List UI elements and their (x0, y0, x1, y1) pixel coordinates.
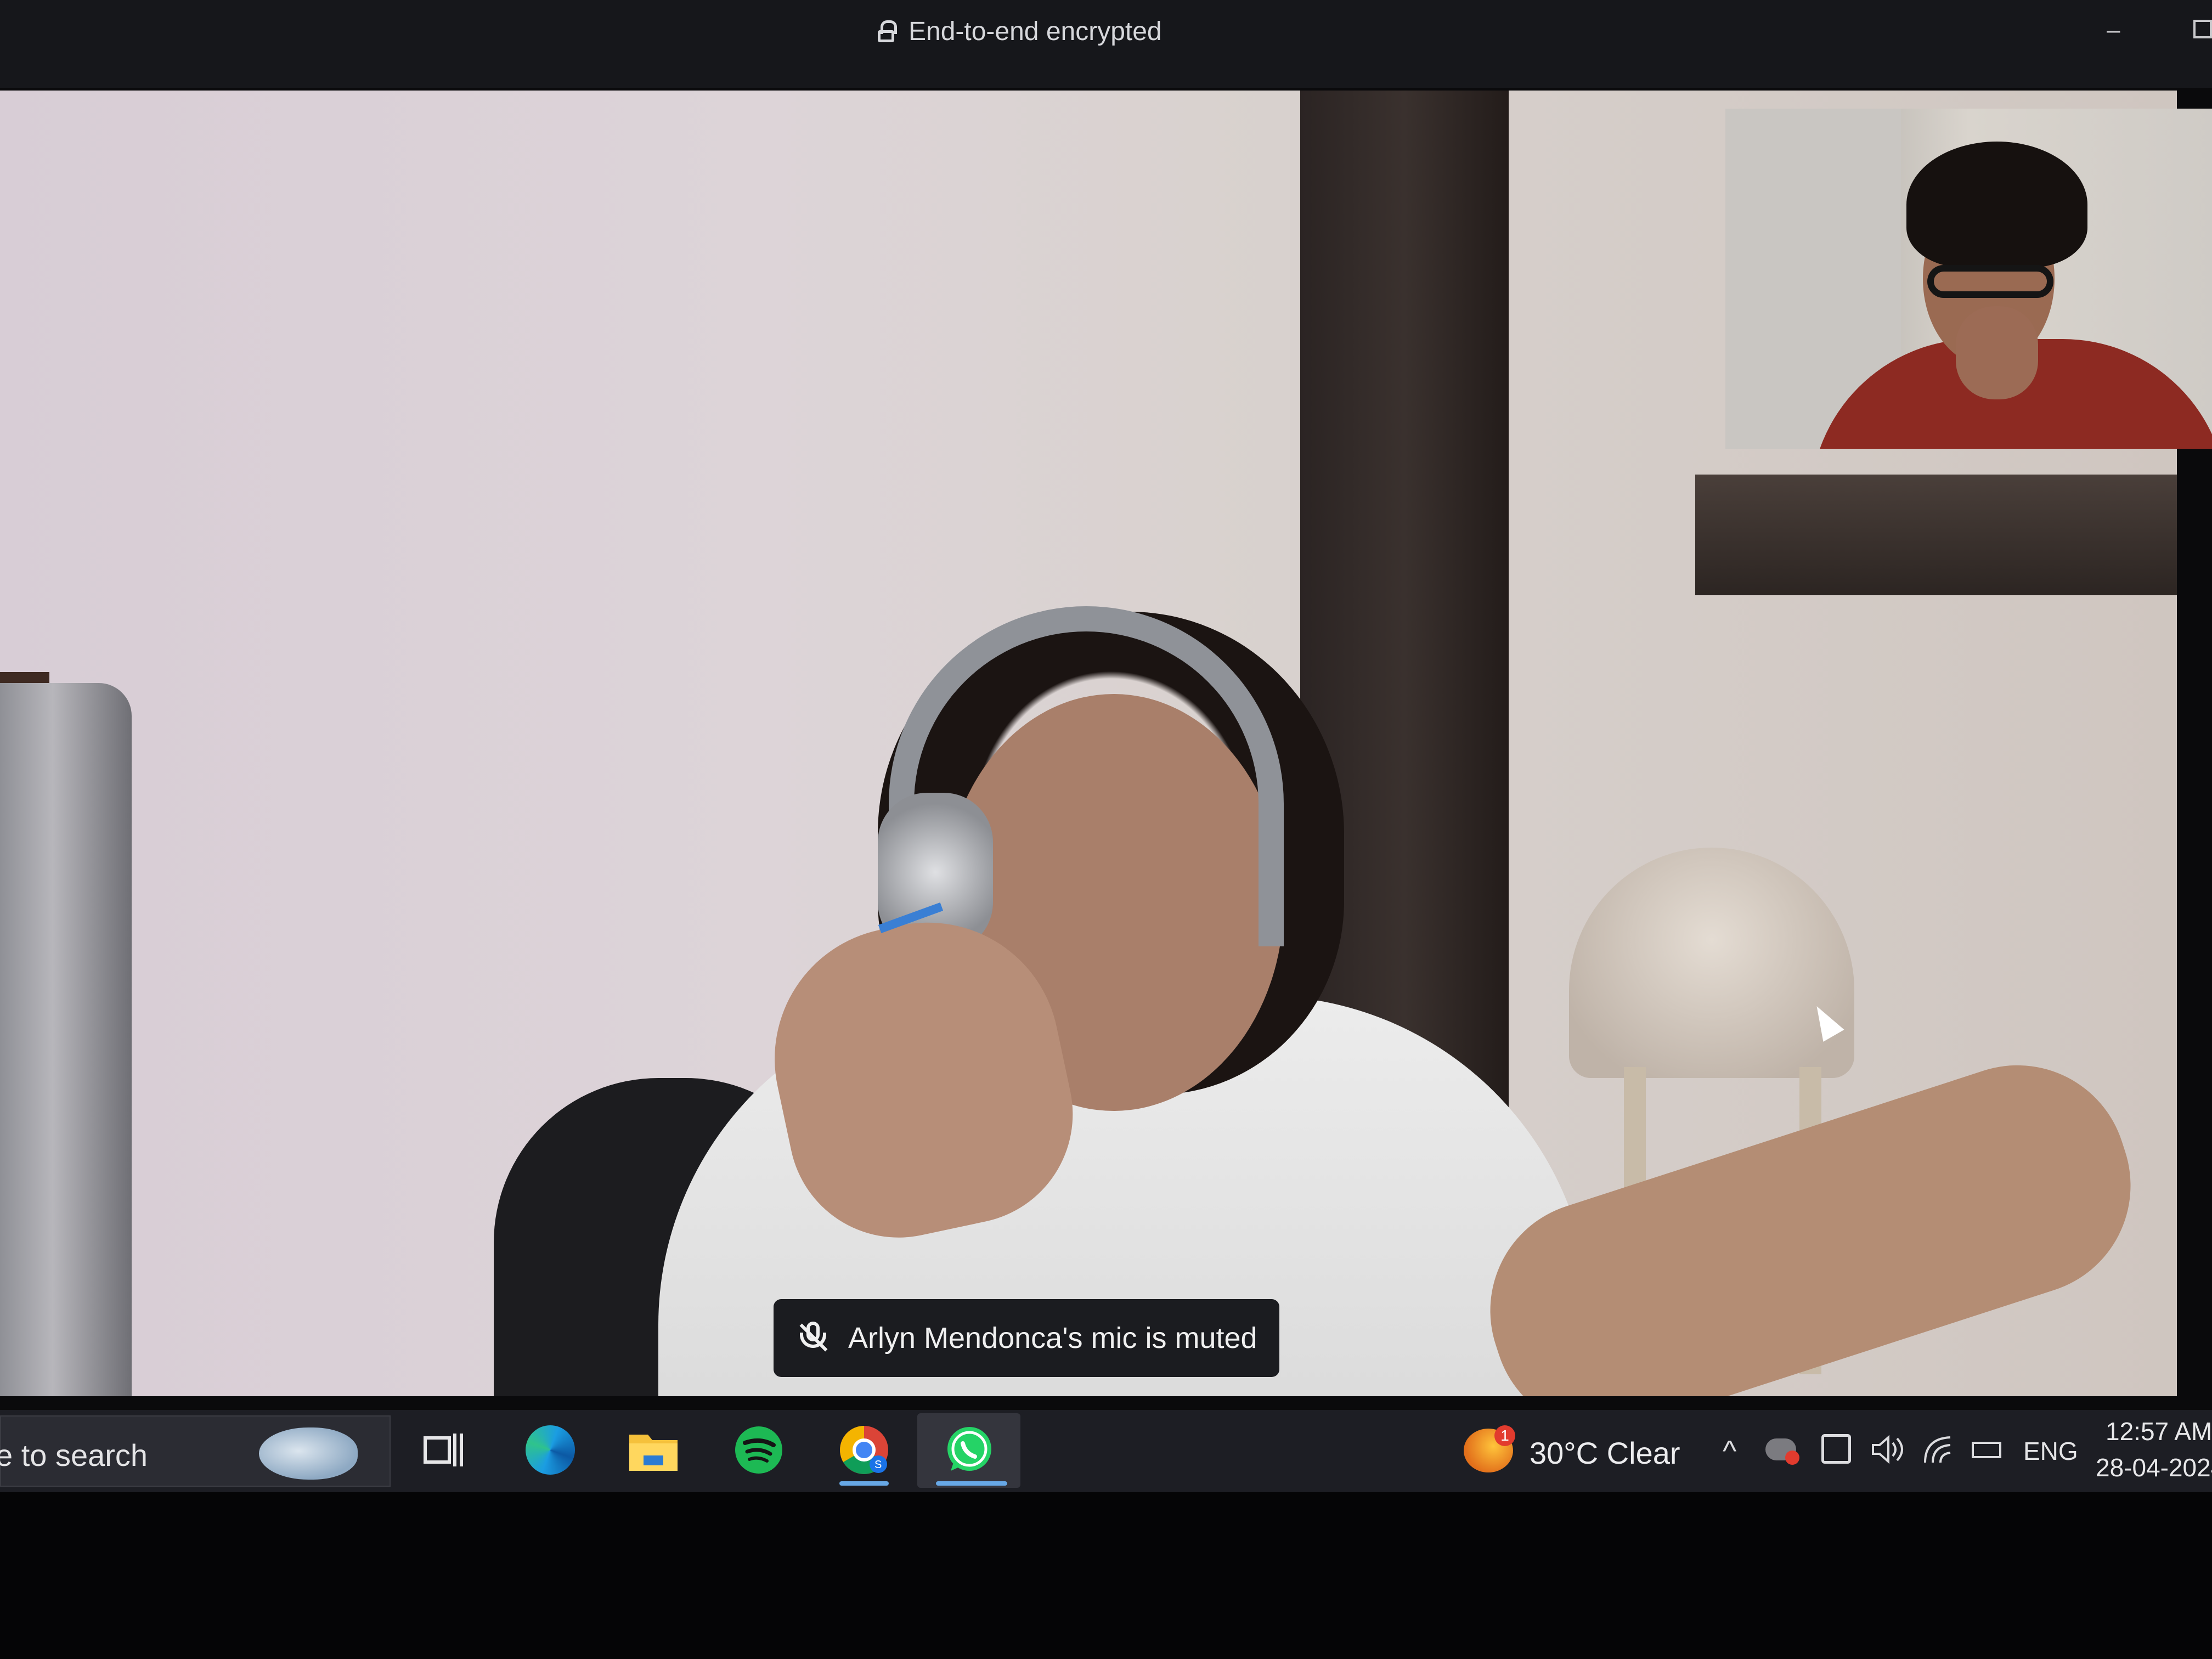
monitor-bezel (0, 1492, 2212, 1659)
minimize-button[interactable]: – (2107, 16, 2120, 44)
maximize-button[interactable] (2193, 20, 2212, 38)
lock-icon (878, 20, 897, 42)
foreground-bottle (0, 683, 132, 1396)
mute-notification-text: Arlyn Mendonca's mic is muted (848, 1322, 1257, 1355)
security-icon[interactable] (1821, 1434, 1851, 1464)
wifi-icon[interactable] (1923, 1435, 1957, 1466)
clock-date[interactable]: 28-04-2024 (2096, 1453, 2212, 1482)
window-titlebar: End-to-end encrypted – (0, 0, 2212, 88)
battery-icon[interactable] (1972, 1442, 2001, 1458)
pip-hand (1956, 306, 2038, 399)
pip-hair (1906, 142, 2087, 268)
pip-glasses (1927, 265, 2053, 298)
weather-text[interactable]: 30°C Clear (1530, 1435, 1680, 1471)
windows-taskbar: e to search S 1 30°C Clear ^ ENG 12:57 A… (0, 1410, 2212, 1492)
active-app-indicator (936, 1481, 1007, 1486)
weather-alert-badge: 1 (1494, 1425, 1515, 1446)
mute-notification-toast: Arlyn Mendonca's mic is muted (774, 1299, 1279, 1377)
window-title: End-to-end encrypted (909, 16, 1162, 46)
self-view-pip[interactable] (1725, 109, 2212, 449)
encryption-status: End-to-end encrypted (878, 12, 1162, 50)
spotify-icon[interactable] (729, 1420, 789, 1480)
whatsapp-icon[interactable] (936, 1420, 1007, 1486)
background-chair (1569, 848, 1854, 1078)
chrome-icon[interactable]: S (834, 1420, 894, 1486)
search-placeholder: e to search (0, 1438, 148, 1472)
clock-time[interactable]: 12:57 AM (2106, 1417, 2212, 1446)
edge-icon[interactable] (520, 1420, 580, 1480)
svg-text:S: S (874, 1459, 882, 1471)
search-highlight-icon (259, 1427, 358, 1480)
file-explorer-icon[interactable] (623, 1420, 684, 1480)
taskbar-search-box[interactable]: e to search (0, 1415, 391, 1487)
volume-icon[interactable] (1871, 1433, 1905, 1466)
language-indicator[interactable]: ENG (2023, 1436, 2078, 1466)
onedrive-error-badge-icon (1785, 1451, 1799, 1465)
show-hidden-icons-chevron-up-icon[interactable]: ^ (1723, 1434, 1736, 1468)
task-view-icon[interactable] (413, 1420, 473, 1480)
active-app-indicator (839, 1481, 889, 1486)
background-shelf (1695, 475, 2177, 595)
mic-muted-icon (798, 1321, 828, 1356)
